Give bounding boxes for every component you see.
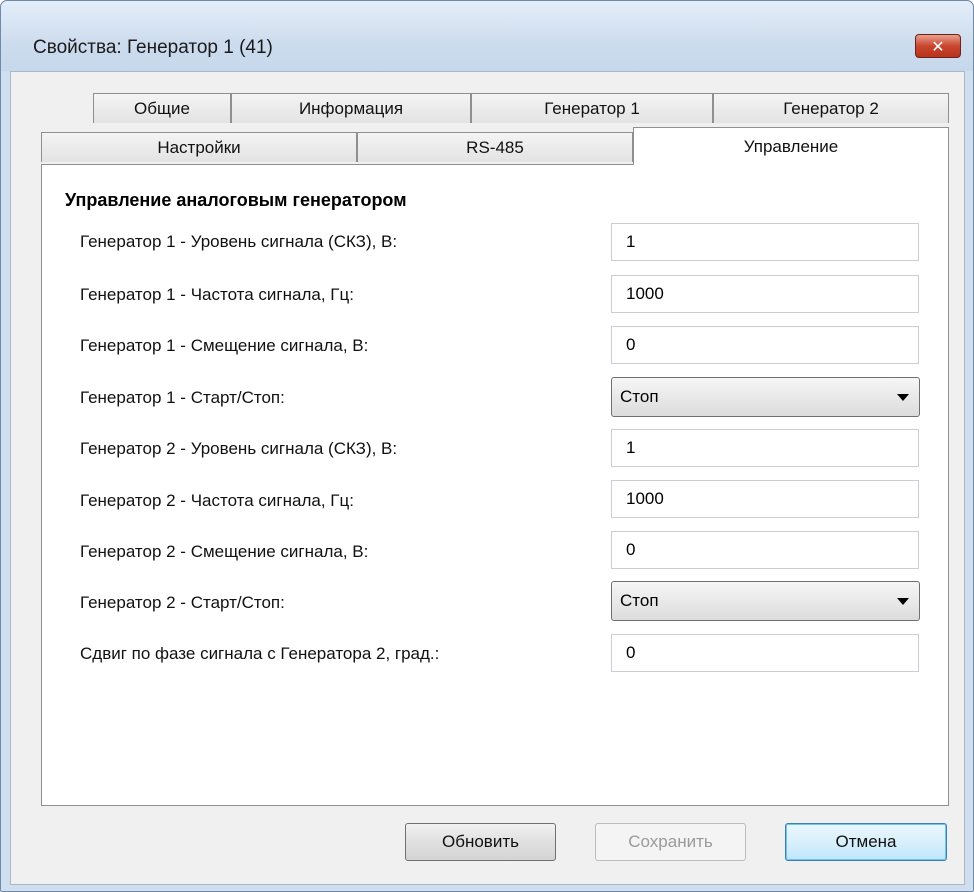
gen1-frequency-input[interactable]: 1000 — [611, 275, 919, 313]
refresh-button-label: Обновить — [442, 832, 519, 851]
close-icon: ✕ — [931, 36, 945, 56]
chevron-down-icon — [897, 394, 909, 401]
gen1-start-stop-label: Генератор 1 - Старт/Стоп: — [80, 388, 285, 407]
gen1-level-label: Генератор 1 - Уровень сигнала (СКЗ), В: — [80, 232, 398, 251]
gen1-offset-label: Генератор 1 - Смещение сигнала, В: — [80, 336, 369, 355]
phase-shift-label: Сдвиг по фазе сигнала с Генератора 2, гр… — [80, 644, 440, 663]
tab-label: RS-485 — [466, 137, 524, 157]
gen1-level-input[interactable]: 1 — [611, 223, 919, 261]
gen2-level-label: Генератор 2 - Уровень сигнала (СКЗ), В: — [80, 439, 398, 458]
tab-generator-2[interactable]: Генератор 2 — [713, 93, 949, 123]
gen1-frequency-label: Генератор 1 - Частота сигнала, Гц: — [80, 285, 354, 304]
gen2-start-stop-label: Генератор 2 - Старт/Стоп: — [80, 593, 285, 612]
window-title: Свойства: Генератор 1 (41) — [33, 37, 273, 58]
gen2-offset-input[interactable]: 0 — [611, 531, 919, 569]
cancel-button-label: Отмена — [835, 832, 897, 851]
title-bar[interactable]: Свойства: Генератор 1 (41) ✕ — [1, 1, 973, 71]
gen1-start-stop-select[interactable]: Стоп — [611, 377, 920, 417]
chevron-down-icon — [897, 598, 909, 605]
tab-control[interactable]: Управление — [633, 127, 949, 165]
gen1-start-stop-value: Стоп — [620, 387, 659, 406]
gen2-level-input[interactable]: 1 — [611, 429, 919, 467]
tab-information[interactable]: Информация — [231, 93, 471, 123]
tab-label: Настройки — [157, 137, 241, 157]
gen2-start-stop-value: Стоп — [620, 591, 659, 610]
gen2-start-stop-select[interactable]: Стоп — [611, 581, 920, 621]
tab-label: Управление — [743, 136, 839, 156]
tab-general[interactable]: Общие — [93, 93, 231, 123]
gen1-offset-input[interactable]: 0 — [611, 326, 919, 364]
phase-shift-input[interactable]: 0 — [611, 634, 919, 672]
properties-dialog: Свойства: Генератор 1 (41) ✕ Общие Инфор… — [0, 0, 974, 892]
tab-label: Генератор 2 — [783, 98, 879, 118]
tab-label: Общие — [134, 98, 190, 118]
tab-rs485[interactable]: RS-485 — [357, 132, 633, 162]
save-button[interactable]: Сохранить — [595, 823, 746, 861]
group-title: Управление аналоговым генератором — [65, 190, 407, 210]
cancel-button[interactable]: Отмена — [785, 823, 947, 861]
gen2-offset-label: Генератор 2 - Смещение сигнала, В: — [80, 542, 369, 561]
tab-settings[interactable]: Настройки — [41, 132, 357, 162]
tab-label: Информация — [298, 98, 404, 118]
gen2-frequency-label: Генератор 2 - Частота сигнала, Гц: — [80, 491, 354, 510]
refresh-button[interactable]: Обновить — [405, 823, 556, 861]
tab-generator-1[interactable]: Генератор 1 — [471, 93, 713, 123]
save-button-label: Сохранить — [628, 832, 713, 851]
close-button[interactable]: ✕ — [915, 34, 961, 58]
gen2-frequency-input[interactable]: 1000 — [611, 480, 919, 518]
tab-label: Генератор 1 — [544, 98, 640, 118]
